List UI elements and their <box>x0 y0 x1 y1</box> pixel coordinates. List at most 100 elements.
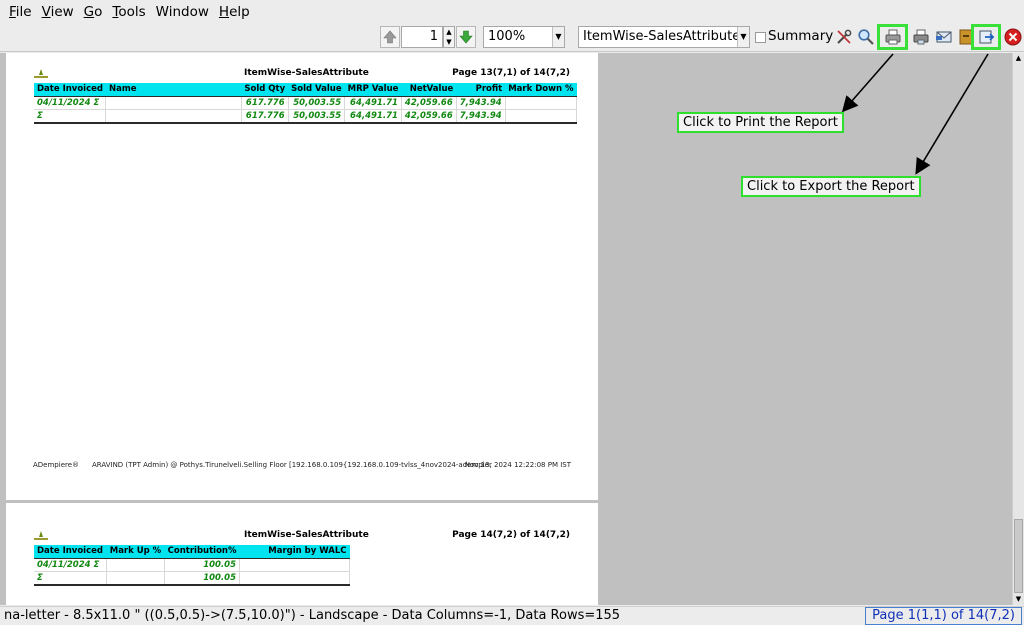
zoom-select[interactable]: 100% ▼ <box>483 26 565 48</box>
menu-window[interactable]: Window <box>151 4 214 20</box>
page-indicator: Page 1(1,1) of 14(7,2) <box>865 607 1022 625</box>
column-header: Name <box>105 83 242 97</box>
table-header-row: Date Invoiced Name Sold Qty Sold Value M… <box>34 83 577 97</box>
table-row: Σ 100.05 <box>34 571 350 586</box>
table-cell: 64,491.71 <box>344 96 402 110</box>
report-table: Date Invoiced Mark Up % Contribution% Ma… <box>34 545 350 586</box>
send-mail-button[interactable] <box>933 26 955 48</box>
page-label: Page 13(7,1) of 14(7,2) <box>452 68 570 78</box>
scroll-up-icon[interactable]: ▲ <box>1013 53 1024 64</box>
adempiere-logo-icon <box>33 531 49 541</box>
column-header: Contribution% <box>164 545 240 559</box>
report-table: Date Invoiced Name Sold Qty Sold Value M… <box>34 83 578 124</box>
table-cell: 04/11/2024 Σ <box>34 558 107 572</box>
table-cell <box>106 558 165 572</box>
menu-view[interactable]: View <box>37 4 79 20</box>
summary-label: Summary <box>768 28 834 44</box>
page-number-input[interactable]: 1 <box>401 26 443 48</box>
print-callout: Click to Print the Report <box>677 112 844 133</box>
column-header: Mark Down % <box>505 83 577 97</box>
table-cell: 100.05 <box>164 558 241 572</box>
page-setup-button[interactable] <box>910 26 932 48</box>
report-format-select[interactable]: ItemWise-SalesAttribute ▼ <box>578 26 750 48</box>
zoom-value: 100% <box>488 29 526 44</box>
table-row: 04/11/2024 Σ 100.05 <box>34 558 350 572</box>
report-preview[interactable]: ItemWise-SalesAttribute Page 13(7,1) of … <box>0 53 1012 605</box>
footer-session: ARAVIND (TPT Admin) @ Pothys.Tirunelveli… <box>92 461 492 469</box>
table-cell: Σ <box>34 571 107 586</box>
report-title: ItemWise-SalesAttribute <box>244 68 369 78</box>
footer-brand: ADempiere® <box>33 461 80 469</box>
table-cell <box>239 571 350 586</box>
report-page-13: ItemWise-SalesAttribute Page 13(7,1) of … <box>6 53 598 500</box>
table-cell: 64,491.71 <box>344 109 402 124</box>
column-header: Date Invoiced <box>34 545 107 559</box>
spinner-up-icon[interactable]: ▲ <box>444 27 454 37</box>
next-page-button[interactable] <box>456 26 476 48</box>
toolbar: 1 ▲ ▼ 100% ▼ ItemWise-SalesAttribute ▼ S… <box>0 24 1024 52</box>
table-cell: 100.05 <box>164 571 241 586</box>
chevron-down-icon: ▼ <box>737 27 749 47</box>
export-callout: Click to Export the Report <box>741 176 921 197</box>
status-bar: na-letter - 8.5x11.0 " ((0.5,0.5)->(7.5,… <box>0 606 1024 625</box>
close-icon <box>1004 28 1022 46</box>
column-header: MRP Value <box>344 83 402 97</box>
table-row: Σ 617.776 50,003.55 64,491.71 42,059.66 … <box>34 109 578 124</box>
column-header: Margin by WALC <box>239 545 350 559</box>
close-button[interactable] <box>1002 26 1024 48</box>
table-cell <box>105 96 242 110</box>
tools-icon <box>837 29 852 44</box>
table-cell: Σ <box>34 109 107 124</box>
arrow-down-icon <box>459 30 473 44</box>
table-cell: 617.776 <box>241 109 289 124</box>
search-icon <box>858 29 874 45</box>
page-format-info: na-letter - 8.5x11.0 " ((0.5,0.5)->(7.5,… <box>4 608 621 623</box>
table-cell <box>105 109 242 124</box>
table-row: 04/11/2024 Σ 617.776 50,003.55 64,491.71… <box>34 96 578 110</box>
table-cell: 42,059.66 <box>401 109 457 124</box>
vertical-scrollbar[interactable]: ▲ ▼ <box>1012 53 1024 605</box>
footer-timestamp: Nov 13, 2024 12:22:08 PM IST <box>464 461 571 469</box>
scroll-down-icon[interactable]: ▼ <box>1013 594 1024 605</box>
table-cell: 04/11/2024 Σ <box>34 96 107 110</box>
export-button[interactable] <box>971 24 1001 50</box>
report-format-value: ItemWise-SalesAttribute <box>583 29 741 44</box>
menu-tools[interactable]: Tools <box>107 4 150 20</box>
adempiere-logo-icon <box>33 69 49 79</box>
report-title: ItemWise-SalesAttribute <box>244 530 369 540</box>
table-cell <box>106 571 165 586</box>
column-header: Sold Qty <box>241 83 289 97</box>
scrollbar-thumb[interactable] <box>1014 519 1023 593</box>
menu-file[interactable]: File <box>4 4 37 20</box>
column-header: Profit <box>456 83 506 97</box>
table-cell: 50,003.55 <box>288 109 346 124</box>
printer-icon <box>885 29 900 45</box>
menu-bar: File View Go Tools Window Help <box>0 0 1024 24</box>
printer-setup-icon <box>913 29 929 45</box>
table-cell: 7,943.94 <box>456 109 506 124</box>
menu-go[interactable]: Go <box>79 4 108 20</box>
table-cell: 7,943.94 <box>456 96 506 110</box>
summary-checkbox[interactable] <box>755 32 766 43</box>
table-cell <box>505 96 578 110</box>
column-header: Sold Value <box>288 83 345 97</box>
spinner-down-icon[interactable]: ▼ <box>444 37 454 47</box>
report-page-14: ItemWise-SalesAttribute Page 14(7,2) of … <box>6 503 598 605</box>
export-icon <box>979 30 995 44</box>
column-header: Mark Up % <box>106 545 165 559</box>
table-cell <box>239 558 350 572</box>
previous-page-button[interactable] <box>380 26 400 48</box>
column-header: NetValue <box>401 83 457 97</box>
find-button[interactable] <box>855 26 877 48</box>
page-label: Page 14(7,2) of 14(7,2) <box>452 530 570 540</box>
page-spinner[interactable]: ▲ ▼ <box>443 26 455 48</box>
table-cell: 50,003.55 <box>288 96 346 110</box>
arrow-up-icon <box>383 30 397 44</box>
mail-icon <box>936 31 952 43</box>
print-button[interactable] <box>877 24 908 50</box>
table-cell <box>505 109 578 124</box>
menu-help[interactable]: Help <box>214 4 255 20</box>
customize-report-button[interactable] <box>833 26 855 48</box>
table-header-row: Date Invoiced Mark Up % Contribution% Ma… <box>34 545 350 559</box>
table-cell: 617.776 <box>241 96 289 110</box>
